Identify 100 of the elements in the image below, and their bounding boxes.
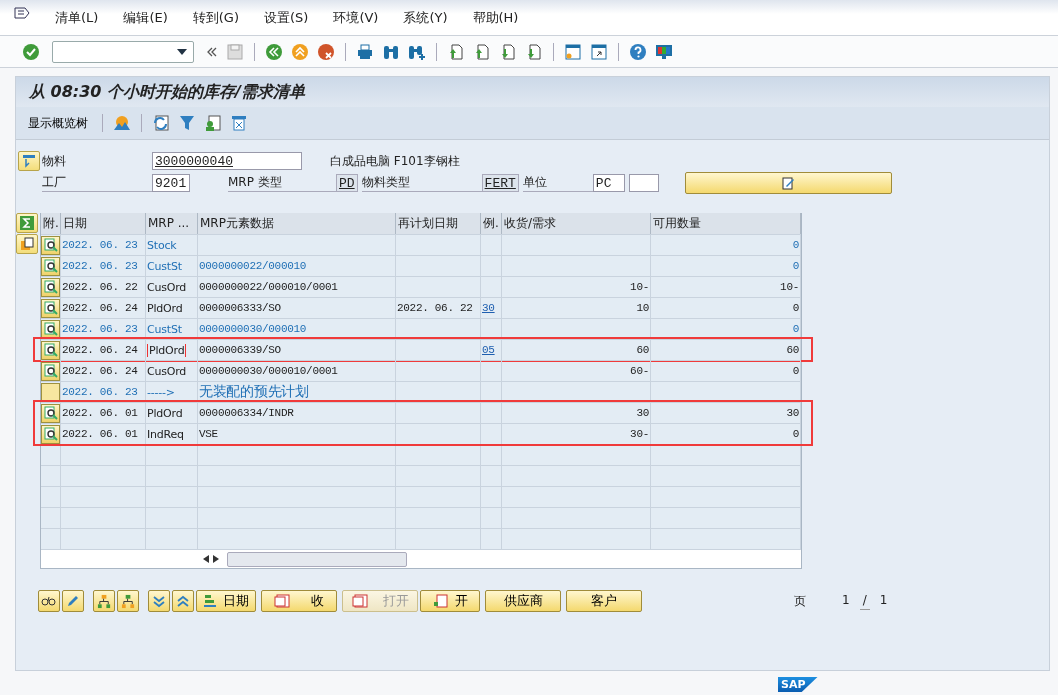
monitor-icon[interactable] [655, 42, 673, 61]
table-cell: 2022. 06. 01 [62, 428, 138, 440]
toolbar-button[interactable]: 收 [261, 590, 337, 612]
filter-icon[interactable] [178, 114, 196, 132]
calendar-icon [351, 594, 368, 608]
new-window-icon[interactable] [564, 42, 582, 61]
collapse-icon[interactable] [206, 46, 218, 57]
table-cell: PldOrd [147, 301, 183, 315]
column-header[interactable]: 收货/需求 [502, 213, 651, 234]
table-cell: 0 [792, 302, 799, 314]
expand-tree-button[interactable] [93, 590, 115, 612]
header-icon [22, 154, 36, 168]
details-button[interactable] [41, 235, 60, 255]
page-arrow-icon[interactable] [525, 42, 543, 61]
collapse-tree-button[interactable] [117, 590, 139, 612]
glasses-button[interactable] [38, 590, 60, 612]
input-field[interactable] [628, 174, 659, 192]
table-cell: 30- [630, 428, 649, 440]
command-field[interactable] [52, 40, 194, 63]
calendar-icon [432, 594, 449, 608]
plant-field[interactable]: 9201 [152, 174, 190, 192]
column-header[interactable]: 例. [481, 213, 502, 234]
menu-item[interactable]: 编辑(E) [123, 8, 168, 27]
menu-item[interactable]: 设置(S) [263, 8, 309, 27]
table-cell: 0000006334/INDR [199, 407, 294, 419]
table-cell: 0000006339/SO [199, 344, 281, 356]
details-button[interactable] [41, 298, 60, 318]
mountain-icon[interactable] [113, 114, 131, 132]
table-cell: IndReq [147, 427, 184, 441]
menu-item[interactable]: 系统(Y) [403, 8, 448, 27]
table-cell: 30 [786, 407, 799, 419]
toolbar-button[interactable]: 客户 [566, 590, 642, 612]
scrollbar-thumb[interactable] [227, 551, 407, 567]
column-header[interactable]: MRP ... [146, 213, 198, 234]
table-cell: 0 [792, 323, 799, 335]
details-button[interactable] [41, 277, 60, 297]
column-header[interactable]: MRP元素数据 [198, 213, 396, 234]
person-card-icon[interactable] [204, 114, 222, 132]
page-arrow-icon[interactable] [473, 42, 491, 61]
pencil-button[interactable] [62, 590, 84, 612]
back-icon[interactable] [265, 42, 283, 61]
move-down-button[interactable] [148, 590, 170, 612]
check-icon[interactable] [22, 42, 40, 61]
table-cell: 2022. 06. 23 [62, 239, 138, 251]
shortcut-icon[interactable] [590, 42, 608, 61]
menu-item[interactable]: 转到(G) [192, 8, 239, 27]
paste-button[interactable] [16, 234, 38, 254]
edit-button[interactable] [684, 172, 892, 194]
table-cell: 0000006333/SO [199, 302, 281, 314]
cancel-icon[interactable] [317, 42, 335, 61]
menu-item[interactable]: 帮助(H) [472, 8, 519, 27]
exception-link[interactable]: 30 [482, 302, 495, 314]
column-header[interactable]: 再计划日期 [396, 213, 481, 234]
details-button[interactable] [41, 256, 60, 276]
move-up-button[interactable] [172, 590, 194, 612]
exception-link[interactable]: 05 [482, 344, 495, 356]
table-cell: CusOrd [147, 364, 187, 378]
double-chevron-down-icon [152, 594, 166, 608]
details-button[interactable] [41, 403, 60, 423]
column-header[interactable]: 日期 [61, 213, 146, 234]
table-cell: 2022. 06. 22 [62, 281, 138, 293]
glasses-icon [41, 595, 57, 607]
unit-field[interactable]: PC [592, 174, 625, 192]
page-total: 1 [879, 592, 888, 609]
page-number: 1 [842, 592, 850, 609]
material-field[interactable]: 3000000040 [152, 152, 302, 170]
menu-icon[interactable] [14, 6, 30, 21]
column-header[interactable]: 附. [41, 213, 61, 234]
table-cell: 2022. 06. 24 [62, 365, 138, 377]
printer-icon[interactable] [356, 42, 374, 61]
page-arrow-icon[interactable] [499, 42, 517, 61]
help-icon[interactable] [629, 42, 647, 61]
details-button[interactable] [41, 424, 60, 444]
scroll-left-icon[interactable] [203, 555, 209, 563]
bars-icon [203, 594, 217, 608]
table-cell: PldOrd [147, 406, 183, 420]
menu-item[interactable]: 环境(V) [333, 8, 379, 27]
edit-icon [781, 176, 796, 190]
table-cell: CustSt [147, 322, 182, 336]
toolbar-button[interactable]: 日期 [196, 590, 256, 612]
tree-icon [120, 593, 136, 609]
toolbar-button[interactable]: 开 [420, 590, 480, 612]
toolbar-button[interactable]: 供应商 [485, 590, 561, 612]
double-chevron-up-icon [176, 594, 190, 608]
table-cell: 0000000030/000010/0001 [199, 365, 338, 377]
header-toggle-button[interactable] [18, 151, 40, 171]
details-button[interactable] [41, 340, 60, 360]
table-cell: 0000000022/000010/0001 [199, 281, 338, 293]
table-cell: 60 [786, 344, 799, 356]
menu-item[interactable]: 清单(L) [55, 8, 99, 27]
column-header[interactable]: 可用数量 [651, 213, 801, 234]
scroll-right-icon[interactable] [213, 555, 219, 563]
overview-tree-button[interactable]: 显示概览树 [24, 112, 92, 134]
table-cell: 2022. 06. 24 [62, 302, 138, 314]
refresh-icon[interactable] [152, 114, 170, 132]
pencil-icon [66, 594, 80, 608]
document-x-icon[interactable] [230, 114, 248, 132]
table-cell: 0 [792, 239, 799, 251]
page-arrow-icon[interactable] [447, 42, 465, 61]
material-description: 白成品电脑 F101李钢柱 [330, 152, 460, 170]
